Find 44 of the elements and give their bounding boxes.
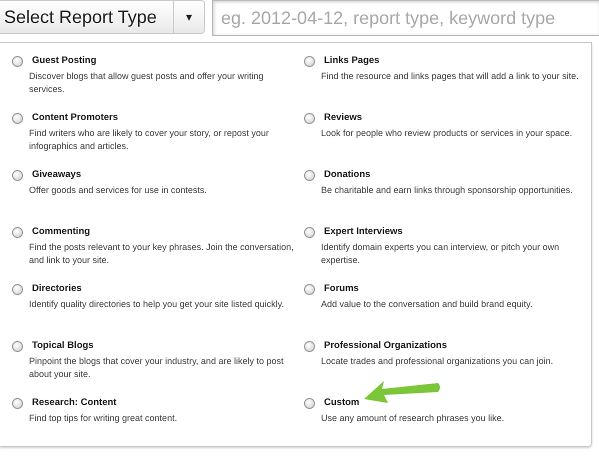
option-description: Look for people who review products or services in your space. bbox=[321, 127, 574, 140]
option-description: Use any amount of research phrases you like. bbox=[321, 412, 506, 425]
report-type-dropdown[interactable]: Select Report Type ▾ bbox=[0, 0, 205, 34]
option-title: Directories bbox=[32, 283, 83, 295]
option-title: Forums bbox=[324, 283, 360, 295]
radio-button[interactable] bbox=[12, 170, 23, 181]
radio-button[interactable] bbox=[12, 113, 23, 124]
option-description: Find the resource and links pages that will add a link to your site. bbox=[321, 70, 580, 83]
radio-button[interactable] bbox=[304, 398, 315, 409]
radio-button[interactable] bbox=[12, 284, 23, 295]
option-title: Professional Organizations bbox=[324, 340, 448, 352]
option-title: Research: Content bbox=[32, 397, 118, 409]
option-title: Custom bbox=[324, 397, 360, 409]
option-title: Topical Blogs bbox=[32, 340, 95, 352]
radio-button[interactable] bbox=[12, 227, 23, 238]
radio-button[interactable] bbox=[304, 56, 315, 67]
option-title: Donations bbox=[324, 169, 372, 181]
radio-button[interactable] bbox=[304, 284, 315, 295]
option-description: Add value to the conversation and build brand equity. bbox=[321, 298, 534, 311]
option-description: Find the posts relevant to your key phrases. Join the conversation, and link to your site. bbox=[29, 241, 295, 267]
option-title: Guest Posting bbox=[32, 55, 98, 67]
option-title: Giveaways bbox=[32, 169, 82, 181]
option-description: Pinpoint the blogs that cover your industry, and are likely to post about your site. bbox=[29, 355, 284, 381]
option-title: Content Promoters bbox=[32, 112, 120, 124]
option-description: Find writers who are likely to cover your story, or repost your infographics and articles. bbox=[29, 127, 270, 153]
radio-button[interactable] bbox=[304, 341, 315, 352]
radio-button[interactable] bbox=[304, 170, 315, 181]
search-field[interactable]: eg. 2012-04-12, report type, keyword type bbox=[212, 0, 599, 36]
radio-button[interactable] bbox=[12, 56, 23, 67]
option-description: Locate trades and professional organizations you can join. bbox=[321, 355, 554, 368]
option-title: Links Pages bbox=[324, 55, 380, 67]
option-title: Expert Interviews bbox=[324, 226, 404, 238]
option-title: Commenting bbox=[32, 226, 92, 238]
radio-button[interactable] bbox=[12, 341, 23, 352]
option-description: Identify domain experts you can interview, or pitch your own expertise. bbox=[321, 241, 560, 267]
option-description: Find top tips for writing great content. bbox=[29, 412, 178, 425]
radio-button[interactable] bbox=[12, 398, 23, 409]
option-description: Identify quality directories to help you get your site listed quickly. bbox=[29, 298, 285, 311]
option-description: Offer goods and services for use in contests. bbox=[29, 184, 208, 197]
option-description: Be charitable and earn links through sponsorship opportunities. bbox=[321, 184, 574, 197]
radio-button[interactable] bbox=[304, 227, 315, 238]
option-title: Reviews bbox=[324, 112, 364, 124]
option-description: Discover blogs that allow guest posts and offer your writing services. bbox=[29, 70, 264, 96]
radio-button[interactable] bbox=[304, 113, 315, 124]
